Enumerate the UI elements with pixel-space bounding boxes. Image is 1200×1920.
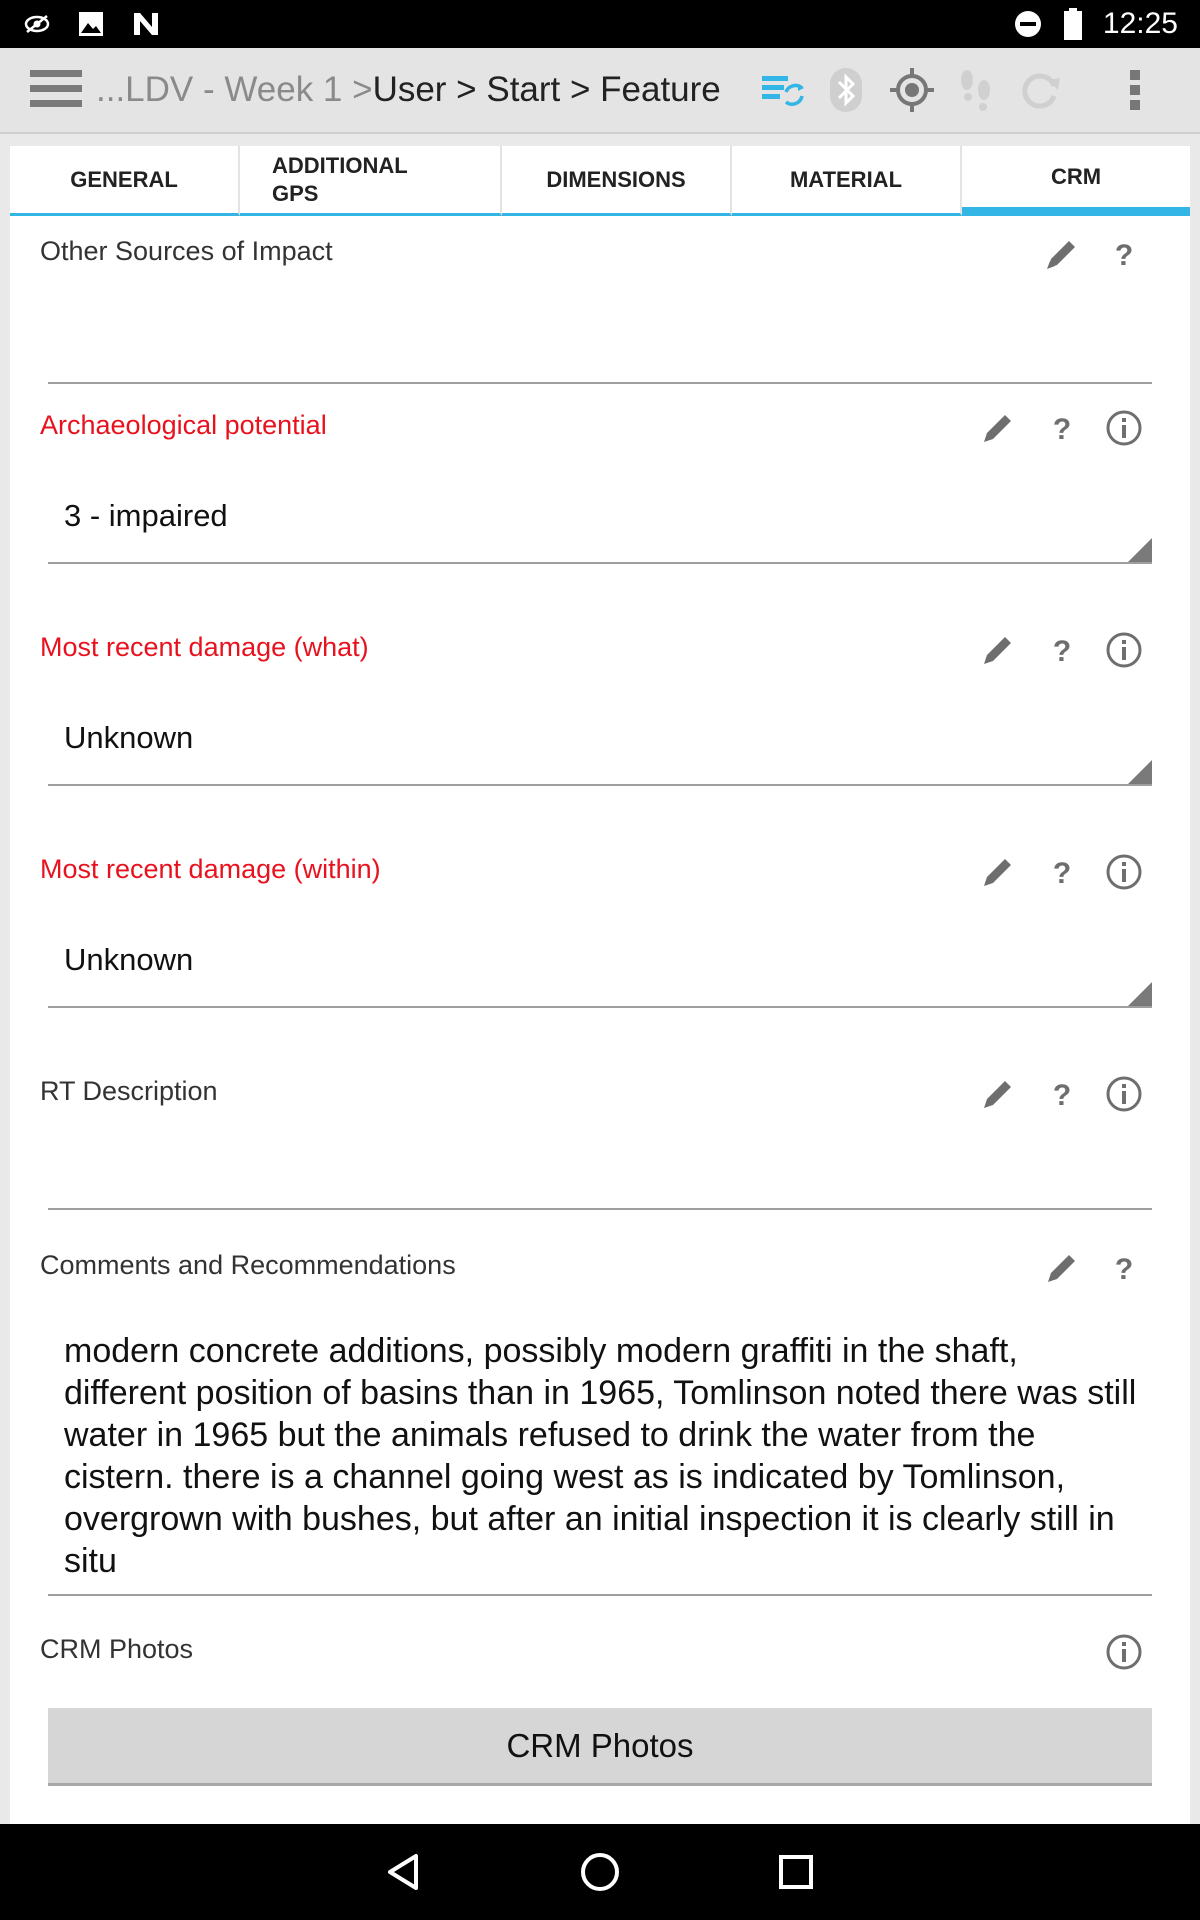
damage-within-label: Most recent damage (within) <box>40 854 381 884</box>
n-logo-icon <box>134 13 158 35</box>
archaeological-potential-label: Archaeological potential <box>40 410 327 440</box>
edit-icon[interactable] <box>1042 1248 1082 1288</box>
breadcrumb-prefix[interactable]: ...LDV - Week 1 > <box>96 70 373 110</box>
damage-within-select[interactable]: Unknown <box>48 900 1152 1008</box>
bluetooth-icon[interactable] <box>824 66 868 114</box>
dropdown-arrow-icon <box>1128 538 1152 562</box>
edit-icon[interactable] <box>978 630 1018 670</box>
menu-icon[interactable] <box>30 70 82 110</box>
damage-within-value: Unknown <box>64 942 194 977</box>
svg-text:?: ? <box>1053 413 1071 446</box>
dropdown-arrow-icon <box>1128 760 1152 784</box>
help-icon[interactable]: ? <box>1104 1248 1144 1288</box>
crm-photos-button[interactable]: CRM Photos <box>48 1708 1152 1786</box>
crm-photos-label: CRM Photos <box>40 1634 194 1664</box>
svg-text:?: ? <box>1053 635 1071 668</box>
image-icon <box>79 12 103 36</box>
tab-label: MATERIAL <box>789 166 903 192</box>
gps-target-icon[interactable] <box>888 66 936 114</box>
damage-what-value: Unknown <box>64 720 194 755</box>
comments-label: Comments and Recommendations <box>40 1250 456 1280</box>
tab-bar: GENERAL ADDITIONAL GPS DIMENSIONS MATERI… <box>10 146 1190 216</box>
info-icon[interactable] <box>1104 1074 1144 1114</box>
svg-text:?: ? <box>1115 239 1133 272</box>
rt-description-input[interactable] <box>48 1122 1152 1210</box>
other-sources-label: Other Sources of Impact <box>40 236 333 266</box>
info-icon[interactable] <box>1104 408 1144 448</box>
breadcrumb-path[interactable]: User > Start > Feature <box>373 70 721 110</box>
edit-icon[interactable] <box>978 1074 1018 1114</box>
eye-icon <box>24 15 50 33</box>
status-bar: 12:25 <box>0 0 1200 48</box>
form-content: Other Sources of Impact ? Archaeological… <box>10 216 1190 1824</box>
tab-label: DIMENSIONS <box>546 166 686 192</box>
help-icon[interactable]: ? <box>1042 852 1082 892</box>
help-icon[interactable]: ? <box>1042 1074 1082 1114</box>
info-icon[interactable] <box>1104 852 1144 892</box>
edit-icon[interactable] <box>978 408 1018 448</box>
tab-additional-gps[interactable]: ADDITIONAL GPS <box>240 146 502 216</box>
home-icon[interactable] <box>576 1848 624 1896</box>
tab-crm[interactable]: CRM <box>962 146 1190 216</box>
help-icon[interactable]: ? <box>1104 234 1144 274</box>
edit-icon[interactable] <box>978 852 1018 892</box>
breadcrumb: ...LDV - Week 1 > User > Start > Feature <box>96 48 721 132</box>
tab-label: GENERAL <box>70 166 178 192</box>
info-icon[interactable] <box>1104 1632 1144 1672</box>
damage-what-select[interactable]: Unknown <box>48 678 1152 786</box>
info-icon[interactable] <box>1104 630 1144 670</box>
svg-text:?: ? <box>1053 857 1071 890</box>
damage-what-label: Most recent damage (what) <box>40 632 369 662</box>
system-nav-bar <box>0 1824 1200 1920</box>
refresh-icon[interactable] <box>1016 66 1064 114</box>
dropdown-arrow-icon <box>1128 982 1152 1006</box>
svg-text:?: ? <box>1053 1079 1071 1112</box>
overflow-menu-icon[interactable] <box>1114 66 1158 114</box>
comments-value: modern concrete additions, possibly mode… <box>64 1332 1137 1580</box>
edit-icon[interactable] <box>1042 234 1082 274</box>
comments-textarea[interactable]: modern concrete additions, possibly mode… <box>48 1296 1152 1596</box>
tab-label: ADDITIONAL GPS <box>272 152 408 206</box>
footsteps-icon[interactable] <box>952 66 1000 114</box>
other-sources-input[interactable] <box>48 276 1152 384</box>
archaeological-potential-select[interactable]: 3 - impaired <box>48 456 1152 564</box>
tab-general[interactable]: GENERAL <box>10 146 240 216</box>
tab-dimensions[interactable]: DIMENSIONS <box>502 146 732 216</box>
archaeological-potential-value: 3 - impaired <box>64 498 228 533</box>
clock: 12:25 <box>1102 7 1178 40</box>
recents-icon[interactable] <box>772 1848 820 1896</box>
battery-icon <box>1063 8 1082 40</box>
sync-list-icon[interactable] <box>758 66 806 114</box>
back-icon[interactable] <box>380 1848 428 1896</box>
rt-description-label: RT Description <box>40 1076 218 1106</box>
app-toolbar: ...LDV - Week 1 > User > Start > Feature <box>0 48 1200 134</box>
help-icon[interactable]: ? <box>1042 408 1082 448</box>
tab-label: CRM <box>1050 163 1102 189</box>
help-icon[interactable]: ? <box>1042 630 1082 670</box>
tab-material[interactable]: MATERIAL <box>732 146 962 216</box>
svg-text:?: ? <box>1115 1253 1133 1286</box>
do-not-disturb-icon <box>1014 11 1041 37</box>
